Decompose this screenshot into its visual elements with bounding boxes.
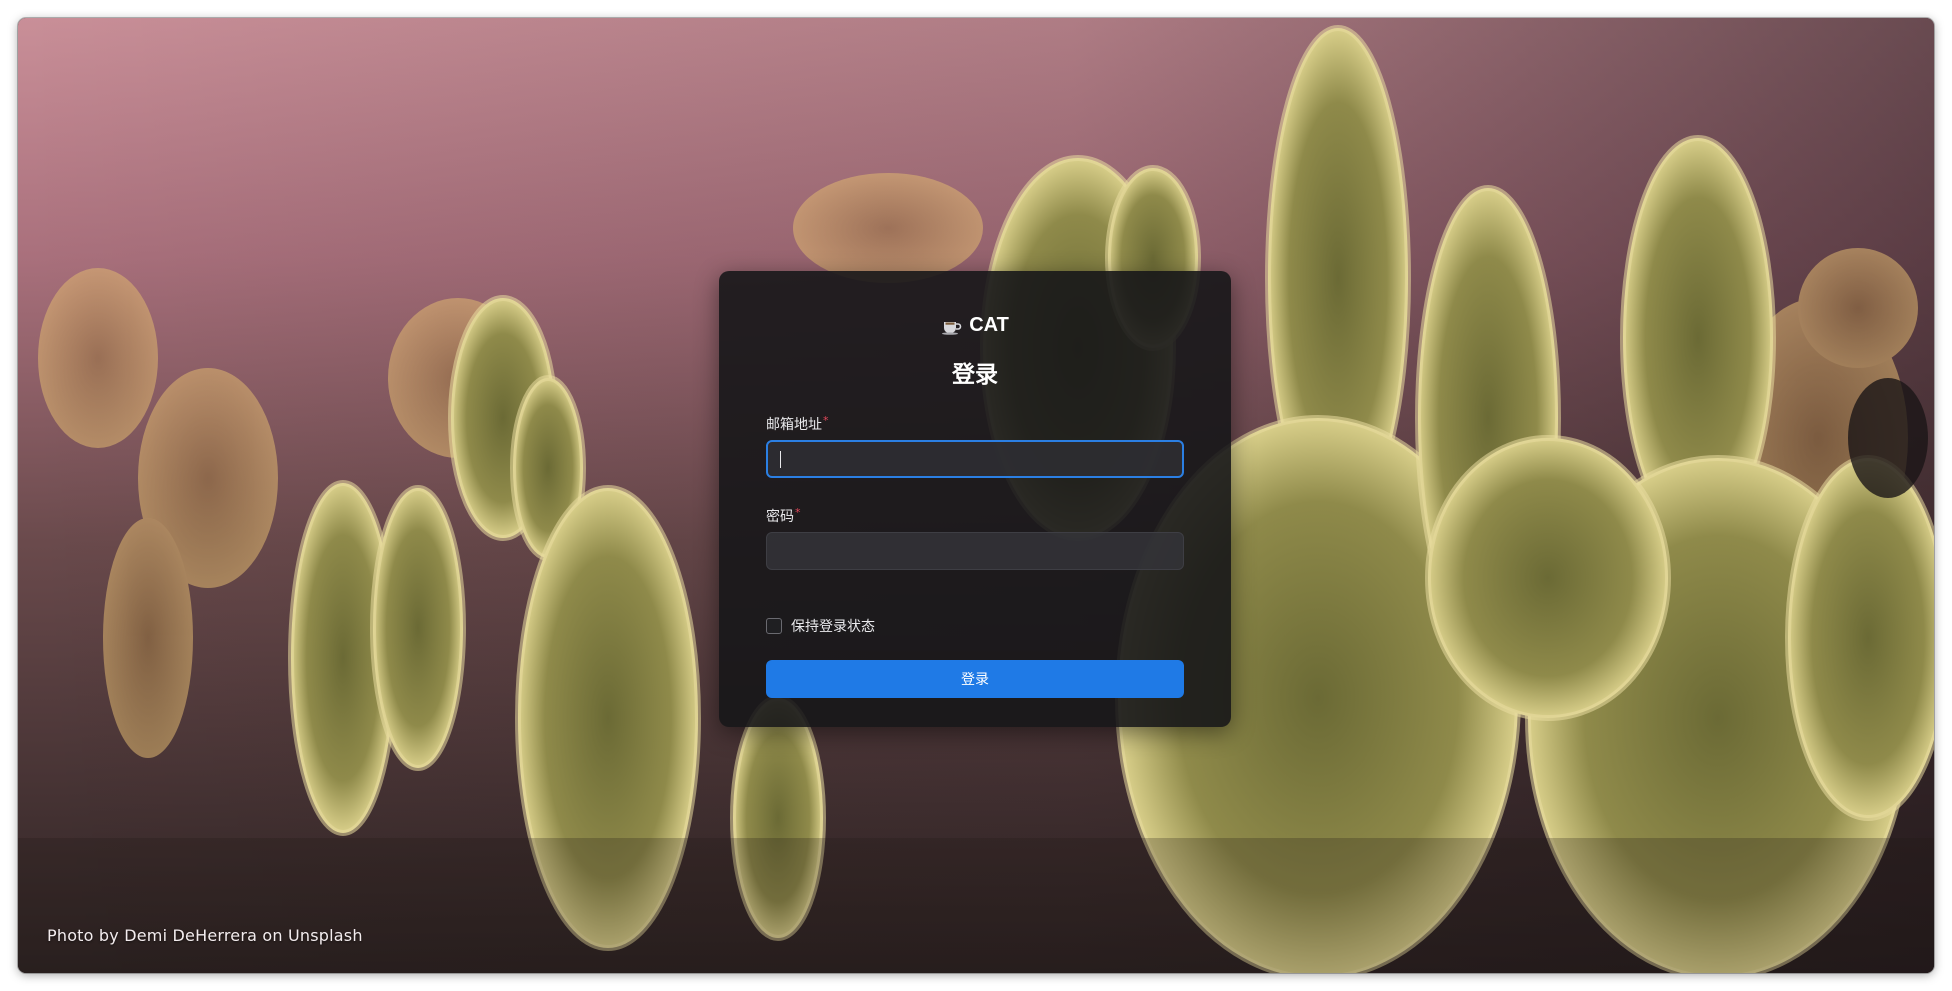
coffee-cup-icon xyxy=(941,317,963,335)
password-label: 密码* xyxy=(766,506,801,526)
text-caret xyxy=(780,451,781,468)
brand: CAT xyxy=(719,314,1231,337)
password-field[interactable] xyxy=(766,532,1184,570)
password-label-text: 密码 xyxy=(766,509,794,525)
email-label: 邮箱地址* xyxy=(766,414,829,434)
email-field[interactable] xyxy=(766,440,1184,478)
remember-label: 保持登录状态 xyxy=(791,619,875,635)
brand-name: CAT xyxy=(969,314,1009,336)
login-card: CAT 登录 邮箱地址* 密码* 保持登录状态 登录 xyxy=(719,271,1231,727)
login-button[interactable]: 登录 xyxy=(766,660,1184,698)
photo-credit: Photo by Demi DeHerrera on Unsplash xyxy=(47,926,363,945)
remember-checkbox[interactable] xyxy=(766,618,782,634)
remember-me[interactable]: 保持登录状态 xyxy=(766,616,875,636)
page-title: 登录 xyxy=(952,362,998,388)
email-label-text: 邮箱地址 xyxy=(766,417,822,433)
required-mark: * xyxy=(795,506,801,519)
required-mark: * xyxy=(823,414,829,427)
app-window: Photo by Demi DeHerrera on Unsplash CAT … xyxy=(18,18,1934,973)
